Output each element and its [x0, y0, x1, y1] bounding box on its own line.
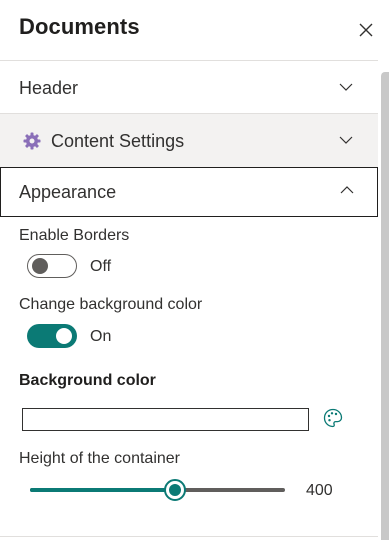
pane-header: Documents — [0, 0, 389, 60]
enable-borders-label: Enable Borders — [19, 227, 130, 244]
enable-borders-toggle[interactable] — [27, 254, 77, 278]
container-height-slider-fill — [30, 488, 176, 492]
container-height-value: 400 — [306, 482, 333, 499]
section-header-label: Header — [19, 78, 79, 98]
bottom-divider — [0, 536, 378, 537]
toggle-knob — [56, 328, 72, 344]
container-height-label: Height of the container — [19, 450, 180, 467]
enable-borders-state: Off — [90, 258, 112, 275]
chevron-down-icon — [339, 136, 353, 144]
section-content-settings[interactable]: Content Settings — [0, 113, 378, 167]
property-pane: Documents Header Content Settings Appear… — [0, 0, 389, 540]
container-height-slider-thumb[interactable] — [164, 479, 187, 501]
close-icon — [359, 23, 373, 37]
gear-icon — [23, 132, 41, 150]
toggle-knob — [32, 257, 48, 274]
chevron-up-icon — [340, 186, 354, 194]
change-bg-color-label: Change background color — [19, 296, 203, 313]
palette-icon — [323, 408, 343, 428]
color-picker-button[interactable] — [322, 407, 344, 429]
change-bg-color-state: On — [90, 328, 112, 345]
chevron-down-icon — [339, 83, 353, 91]
scrollbar-thumb[interactable] — [381, 72, 389, 540]
change-bg-color-toggle[interactable] — [27, 324, 77, 348]
background-color-label: Background color — [19, 372, 156, 389]
background-color-input[interactable] — [22, 408, 309, 431]
pane-title: Documents — [19, 14, 140, 39]
close-button[interactable] — [356, 20, 376, 40]
section-content-settings-label: Content Settings — [51, 131, 185, 151]
section-appearance-label: Appearance — [19, 182, 117, 202]
section-appearance[interactable]: Appearance — [0, 167, 378, 217]
section-header[interactable]: Header — [0, 60, 378, 113]
